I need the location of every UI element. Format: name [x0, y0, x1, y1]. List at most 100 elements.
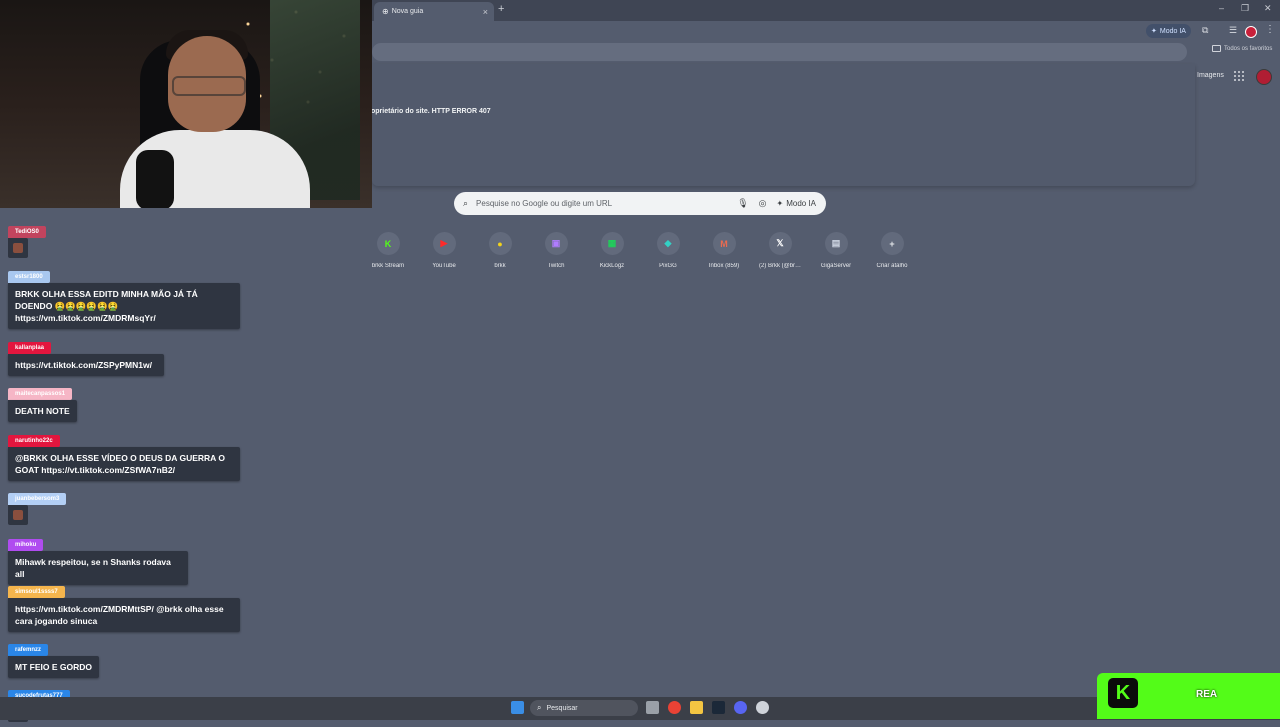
task-view-icon[interactable]	[646, 701, 659, 714]
chat-text: DEATH NOTE	[8, 400, 77, 422]
shortcut-pixgg[interactable]: ◆ PixGG	[640, 232, 696, 269]
ai-mode-label: Modo IA	[1159, 27, 1186, 35]
x-icon: 𝕏	[768, 232, 792, 255]
shortcut-x[interactable]: 𝕏 (2) Brkk (@br…	[752, 232, 808, 269]
chat-message: kallanplaa https://vt.tiktok.com/ZSPyPMN1…	[8, 336, 164, 376]
maximize-button[interactable]: ❐	[1241, 3, 1249, 14]
search-icon: ⌕	[537, 703, 542, 712]
error-panel	[372, 64, 1195, 186]
shortcut-kicklogz[interactable]: ▦ KickLogz	[584, 232, 640, 269]
chat-text: https://vt.tiktok.com/ZSPyPMN1w/	[8, 354, 164, 376]
all-bookmarks-button[interactable]: Todos os favoritos	[1212, 45, 1272, 52]
shortcut-brkk[interactable]: ● brkk	[472, 232, 528, 269]
google-lens-icon[interactable]: ◎	[759, 198, 767, 209]
minimize-button[interactable]: –	[1219, 3, 1224, 13]
chat-text: @BRKK OLHA ESSE VÍDEO O DEUS DA GUERRA O…	[8, 447, 240, 481]
shortcut-label: (2) Brkk (@br…	[758, 263, 802, 269]
search-ai-mode-label: Modo IA	[786, 199, 816, 208]
kicklogz-icon: ▦	[600, 232, 624, 255]
profile-avatar[interactable]	[1245, 26, 1257, 38]
steam-icon[interactable]	[712, 701, 725, 714]
chat-text: BRKK OLHA ESSA EDITD MINHA MÃO JÁ TÁ DOE…	[8, 283, 240, 329]
close-window-button[interactable]: ✕	[1264, 3, 1272, 14]
windows-start-icon[interactable]	[511, 701, 524, 714]
shortcut-twitch[interactable]: ▣ Twitch	[528, 232, 584, 269]
chat-username[interactable]: mihoku	[8, 539, 44, 551]
chat-username[interactable]: juanbebersom3	[8, 493, 67, 505]
chat-username[interactable]: simsoul1ssss7	[8, 586, 65, 598]
media-control-icon[interactable]: ☰	[1229, 25, 1237, 36]
pixgg-icon: ◆	[656, 232, 680, 255]
shortcut-label: Inbox (859)	[708, 263, 740, 269]
brkk-icon: ●	[488, 232, 512, 255]
kick-icon: K	[376, 232, 400, 255]
microphone-icon[interactable]: 🎙	[737, 198, 748, 209]
tab-nova-guia[interactable]: ⊕ Nova guia ×	[374, 2, 494, 21]
webcam-feed	[0, 0, 372, 208]
folder-icon	[1212, 45, 1221, 52]
gmail-icon: M	[712, 232, 736, 255]
chat-message: TediOS0	[8, 220, 46, 263]
globe-icon: ⊕	[382, 7, 389, 16]
chat-text: MT FEIO E GORDO	[8, 656, 99, 678]
search-box[interactable]: ⌕ 🎙 ◎ ✦ Modo IA	[454, 192, 826, 215]
chat-message: narutinho22c @BRKK OLHA ESSE VÍDEO O DEUS…	[8, 429, 240, 481]
twitch-icon: ▣	[544, 232, 568, 255]
chat-username[interactable]: TediOS0	[8, 226, 46, 238]
shortcut-youtube[interactable]: ▶ YouTube	[416, 232, 472, 269]
shortcut-gigaserver[interactable]: ▤ GigaServer	[808, 232, 864, 269]
address-bar[interactable]	[372, 43, 1187, 61]
taskbar-search-label: Pesquisar	[546, 704, 578, 712]
shortcut-label: GigaServer	[820, 263, 852, 269]
shortcut-label: KickLogz	[599, 263, 625, 269]
google-account-avatar[interactable]	[1256, 69, 1272, 85]
kick-overlay-text: REA	[1196, 689, 1218, 700]
shortcut-plus[interactable]: + Criar atalho	[864, 232, 920, 269]
search-ai-mode-button[interactable]: ✦ Modo IA	[777, 199, 817, 208]
images-link[interactable]: Imagens	[1197, 72, 1224, 79]
shortcut-label: PixGG	[659, 263, 677, 269]
emote-icon	[8, 238, 28, 258]
obs-icon[interactable]	[756, 701, 769, 714]
shortcut-label: brkk	[494, 263, 506, 269]
chat-text: https://vm.tiktok.com/ZMDRMttSP/ @brkk o…	[8, 598, 240, 632]
chat-username[interactable]: rafemnzz	[8, 644, 49, 656]
shortcut-label: Criar atalho	[876, 263, 908, 269]
shortcut-label: Twitch	[547, 263, 565, 269]
youtube-icon: ▶	[432, 232, 456, 255]
apps-grid-icon[interactable]	[1234, 71, 1244, 81]
shortcut-gmail[interactable]: M Inbox (859)	[696, 232, 752, 269]
search-input[interactable]	[476, 199, 738, 208]
error-message: oprietário do site. HTTP ERROR 407	[371, 108, 491, 115]
file-explorer-icon[interactable]	[690, 701, 703, 714]
sparkle-icon: ✦	[776, 199, 784, 208]
ai-mode-button[interactable]: ✦ Modo IA	[1146, 24, 1191, 38]
chat-message: simsoul1ssss7 https://vm.tiktok.com/ZMDRM…	[8, 580, 240, 632]
chat-message: juanbebersom3	[8, 487, 67, 530]
chrome-icon[interactable]	[668, 701, 681, 714]
emote-icon	[8, 505, 28, 525]
shortcut-label: YouTube	[432, 263, 456, 269]
chat-message: estsr1800 BRKK OLHA ESSA EDITD MINHA MÃO …	[8, 265, 240, 329]
sparkle-icon: ✦	[1151, 28, 1157, 35]
chat-message: rafemnzz MT FEIO E GORDO	[8, 638, 99, 678]
shortcuts-grid: Kbrkk Stream ▶ YouTube ● brkk ▣ Twitch ▦ KickLog…	[360, 232, 920, 280]
kick-logo-icon: K	[1108, 678, 1138, 708]
bookmarks-label: Todos os favoritos	[1224, 45, 1273, 52]
new-tab-button[interactable]: +	[498, 3, 504, 15]
gigaserver-icon: ▤	[824, 232, 848, 255]
chat-username[interactable]: kallanplaa	[8, 342, 52, 354]
menu-icon[interactable]: ⋮	[1265, 24, 1275, 35]
tab-title: Nova guia	[391, 8, 424, 15]
windows-taskbar	[0, 697, 1280, 720]
stream-chat: TediOS0 estsr1800 BRKK OLHA ESSA EDITD MIN…	[0, 208, 372, 722]
chat-username[interactable]: maitecanpassos1	[8, 388, 73, 400]
close-icon[interactable]: ×	[483, 7, 488, 17]
plus-icon: +	[880, 232, 904, 255]
extensions-icon[interactable]: ⧉	[1202, 25, 1208, 36]
chat-username[interactable]: narutinho22c	[8, 435, 60, 447]
taskbar-search[interactable]: ⌕ Pesquisar	[530, 700, 638, 716]
chat-username[interactable]: estsr1800	[8, 271, 50, 283]
chat-message: maitecanpassos1 DEATH NOTE	[8, 382, 77, 422]
discord-icon[interactable]	[734, 701, 747, 714]
